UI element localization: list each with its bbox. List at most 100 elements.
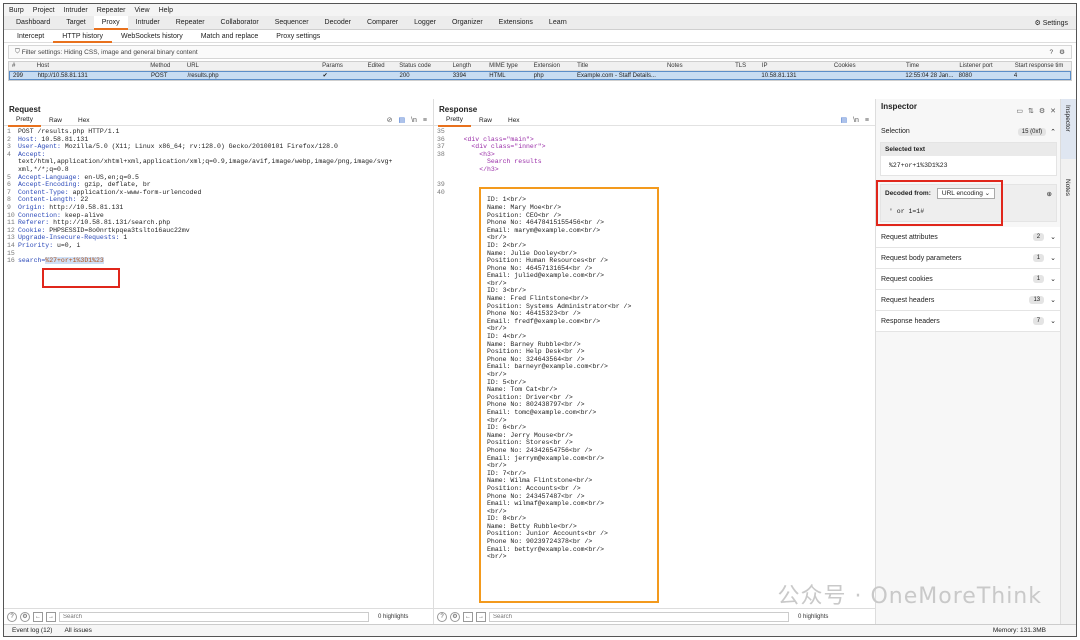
wrap-icon[interactable]: ▤ (840, 116, 847, 124)
align-icon[interactable]: ⇅ (1028, 107, 1034, 115)
table-cell (365, 72, 397, 79)
column-header[interactable]: # (9, 62, 34, 70)
newline-icon[interactable]: \n (411, 117, 417, 124)
column-header[interactable]: URL (184, 62, 319, 70)
settings-icon[interactable]: ⚙ (450, 611, 460, 622)
inspector-section-request-headers[interactable]: Request headers 13 ⌄ (876, 290, 1061, 311)
line-number: 36 (437, 135, 445, 143)
request-search-input[interactable] (59, 611, 369, 622)
response-tab-hex[interactable]: Hex (500, 116, 528, 126)
column-header[interactable]: Params (319, 62, 364, 70)
request-editor[interactable]: 1 POST /results.php HTTP/1.1 2 Host: 10.58.… (4, 126, 433, 265)
tab-logger[interactable]: Logger (406, 16, 444, 30)
inspector-section-request-attributes[interactable]: Request attributes 2 ⌄ (876, 227, 1061, 248)
subtab-intercept[interactable]: Intercept (8, 30, 53, 43)
settings-icon[interactable]: ⚙ (1039, 107, 1045, 115)
menu-item-repeater[interactable]: Repeater (97, 7, 126, 14)
column-header[interactable]: Host (34, 62, 148, 70)
help-icon[interactable]: ? (437, 611, 447, 622)
tab-collaborator[interactable]: Collaborator (213, 16, 267, 30)
tab-sequencer[interactable]: Sequencer (267, 16, 317, 30)
add-icon[interactable]: ⊕ (1047, 190, 1052, 198)
response-tab-pretty[interactable]: Pretty (438, 115, 471, 127)
subtab-proxy-settings[interactable]: Proxy settings (267, 30, 329, 43)
table-cell: 200 (399, 73, 410, 79)
next-icon[interactable]: → (476, 611, 486, 622)
subtab-websockets-history[interactable]: WebSockets history (112, 30, 192, 43)
side-tab-inspector[interactable]: Inspector (1064, 105, 1071, 132)
help-icon[interactable]: ? (7, 611, 17, 622)
column-header[interactable]: Edited (365, 62, 397, 70)
tab-repeater[interactable]: Repeater (168, 16, 213, 30)
column-header[interactable]: Notes (664, 62, 732, 70)
event-log-link[interactable]: Event log (12) (12, 627, 52, 634)
header-value: xml,*/*;q=0.8 (18, 165, 69, 173)
code-line: 35 (437, 128, 875, 136)
column-header[interactable]: Status code (396, 62, 449, 70)
request-tab-raw[interactable]: Raw (41, 116, 70, 126)
all-issues-link[interactable]: All issues (64, 627, 91, 634)
column-header[interactable]: Extension (531, 62, 574, 70)
wrap-icon[interactable]: ▤ (398, 116, 405, 124)
inspector-section-response-headers[interactable]: Response headers 7 ⌄ (876, 311, 1061, 332)
column-header[interactable]: MIME type (486, 62, 530, 70)
column-header[interactable]: TLS (732, 62, 759, 70)
code-line: 4 Accept: (7, 151, 433, 159)
table-cell: /results.php (187, 73, 219, 79)
column-header[interactable]: Listener port (956, 62, 1011, 70)
tab-decoder[interactable]: Decoder (317, 16, 359, 30)
filter-bar[interactable]: ⛉ Filter settings: Hiding CSS, image and… (8, 45, 1072, 59)
history-table: # Host Method URL Params Edited Status code Len… (8, 61, 1072, 81)
response-search-input[interactable] (489, 611, 789, 622)
column-header[interactable]: Method (147, 62, 184, 70)
history-header: # Host Method URL Params Edited Status code Len… (9, 62, 1071, 71)
tab-learn[interactable]: Learn (541, 16, 575, 30)
tab-comparer[interactable]: Comparer (359, 16, 406, 30)
response-tab-raw[interactable]: Raw (471, 116, 500, 126)
column-header[interactable]: Cookies (831, 62, 903, 70)
tab-extensions[interactable]: Extensions (491, 16, 541, 30)
close-icon[interactable]: ✕ (1050, 107, 1056, 115)
column-header[interactable]: Length (450, 62, 487, 70)
hide-icon[interactable]: ⊘ (387, 116, 393, 124)
request-tab-pretty[interactable]: Pretty (8, 115, 41, 127)
selected-text-value[interactable]: %27+or+1%3D1%23 (881, 156, 1056, 175)
column-header[interactable]: IP (759, 62, 831, 70)
inspector-section-request-cookies[interactable]: Request cookies 1 ⌄ (876, 269, 1061, 290)
menu-item-project[interactable]: Project (33, 7, 55, 14)
line-number: 10 (7, 211, 15, 219)
column-header[interactable]: Title (574, 62, 664, 70)
help-icon[interactable]: ? (1050, 49, 1054, 56)
layout-icon[interactable]: ▭ (1016, 107, 1023, 115)
tab-dashboard[interactable]: Dashboard (8, 16, 58, 30)
table-row[interactable]: 299 http://10.58.81.131 POST/results.php ✔ 2… (9, 71, 1071, 80)
settings-icon[interactable]: ⚙ (20, 611, 30, 622)
menu-icon[interactable]: ≡ (865, 117, 869, 124)
next-icon[interactable]: → (46, 611, 56, 622)
subtab-match-and-replace[interactable]: Match and replace (192, 30, 268, 43)
menu-item-burp[interactable]: Burp (9, 7, 24, 14)
menu-item-intruder[interactable]: Intruder (64, 7, 88, 14)
column-header[interactable]: Start response tim (1012, 62, 1071, 70)
tab-proxy[interactable]: Proxy (93, 15, 128, 30)
column-header[interactable]: Time (903, 62, 956, 70)
tab-intruder[interactable]: Intruder (128, 16, 168, 30)
side-tab-notes[interactable]: Notes (1064, 179, 1071, 196)
code-line: </h3> (437, 166, 875, 174)
newline-icon[interactable]: \n (853, 117, 859, 124)
tab-organizer[interactable]: Organizer (444, 16, 491, 30)
inspector-section-request-body-parameters[interactable]: Request body parameters 1 ⌄ (876, 248, 1061, 269)
settings-button[interactable]: ⚙ Settings (1034, 19, 1076, 27)
menu-item-view[interactable]: View (135, 7, 150, 14)
chevron-down-icon: ⌄ (1050, 234, 1056, 241)
body-param-value[interactable]: %27+or+1%3D1%23 (45, 257, 104, 265)
prev-icon[interactable]: ← (33, 611, 43, 622)
menu-item-help[interactable]: Help (159, 7, 173, 14)
settings-icon[interactable]: ⚙ (1059, 48, 1065, 56)
request-tab-hex[interactable]: Hex (70, 116, 98, 126)
tab-target[interactable]: Target (58, 16, 93, 30)
subtab-http-history[interactable]: HTTP history (53, 30, 112, 43)
prev-icon[interactable]: ← (463, 611, 473, 622)
menu-icon[interactable]: ≡ (423, 117, 427, 124)
selection-section[interactable]: Selection 15 (0xf) ⌃ (876, 121, 1061, 142)
